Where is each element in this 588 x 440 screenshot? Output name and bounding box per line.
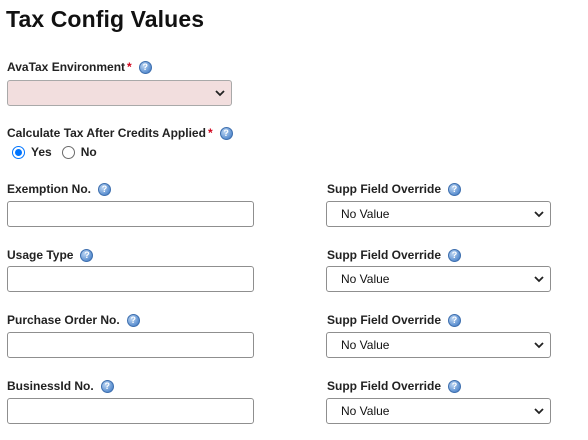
supp-field-override-label-text: Supp Field Override [327,379,442,393]
calculate-tax-after-credits-radio-group: Yes No [12,145,107,159]
businessid-no-input[interactable] [7,398,254,424]
help-icon[interactable]: ? [80,248,94,262]
radio-no-label[interactable]: No [81,145,97,159]
purchase-order-no-override-select[interactable]: No Value [326,332,551,358]
calculate-tax-after-credits-label: Calculate Tax After Credits Applied * ? [7,126,233,140]
usage-type-input[interactable] [7,266,254,292]
help-icon[interactable]: ? [448,248,462,262]
radio-yes[interactable] [12,145,25,159]
help-icon[interactable]: ? [448,313,462,327]
help-icon[interactable]: ? [126,313,140,327]
supp-field-override-label: Supp Field Override ? [327,248,462,262]
page-title: Tax Config Values [6,6,205,32]
chevron-down-icon [534,211,544,218]
purchase-order-no-label: Purchase Order No. ? [7,313,140,327]
supp-field-override-label: Supp Field Override ? [327,379,462,393]
purchase-order-no-input[interactable] [7,332,254,358]
override-select-value: No Value [341,207,390,221]
help-icon[interactable]: ? [448,379,462,393]
usage-type-label: Usage Type ? [7,248,94,262]
override-select-value: No Value [341,338,390,352]
avatax-environment-label-text: AvaTax Environment [7,60,126,74]
usage-type-override-select[interactable]: No Value [326,266,551,292]
chevron-down-icon [534,408,544,415]
chevron-down-icon [534,276,544,283]
supp-field-override-label: Supp Field Override ? [327,182,462,196]
radio-no[interactable] [61,145,75,159]
required-mark: * [207,126,213,140]
override-select-value: No Value [341,404,390,418]
avatax-environment-select[interactable] [7,80,232,106]
override-select-value: No Value [341,272,390,286]
usage-type-label-text: Usage Type [7,248,74,262]
businessid-no-override-select[interactable]: No Value [326,398,551,424]
help-icon[interactable]: ? [138,60,152,74]
help-icon[interactable]: ? [219,126,233,140]
chevron-down-icon [534,342,544,349]
help-icon[interactable]: ? [100,379,114,393]
exemption-no-label: Exemption No. ? [7,182,112,196]
supp-field-override-label-text: Supp Field Override [327,248,442,262]
purchase-order-no-label-text: Purchase Order No. [7,313,120,327]
supp-field-override-label-text: Supp Field Override [327,182,442,196]
exemption-no-override-select[interactable]: No Value [326,201,551,227]
calculate-tax-after-credits-label-text: Calculate Tax After Credits Applied [7,126,206,140]
supp-field-override-label-text: Supp Field Override [327,313,442,327]
businessid-no-label-text: BusinessId No. [7,379,94,393]
radio-yes-label[interactable]: Yes [31,145,52,159]
exemption-no-input[interactable] [7,201,254,227]
avatax-environment-label: AvaTax Environment * ? [7,60,152,74]
help-icon[interactable]: ? [448,182,462,196]
help-icon[interactable]: ? [98,182,112,196]
supp-field-override-label: Supp Field Override ? [327,313,462,327]
exemption-no-label-text: Exemption No. [7,182,92,196]
required-mark: * [127,60,132,74]
businessid-no-label: BusinessId No. ? [7,379,114,393]
chevron-down-icon [215,90,225,97]
